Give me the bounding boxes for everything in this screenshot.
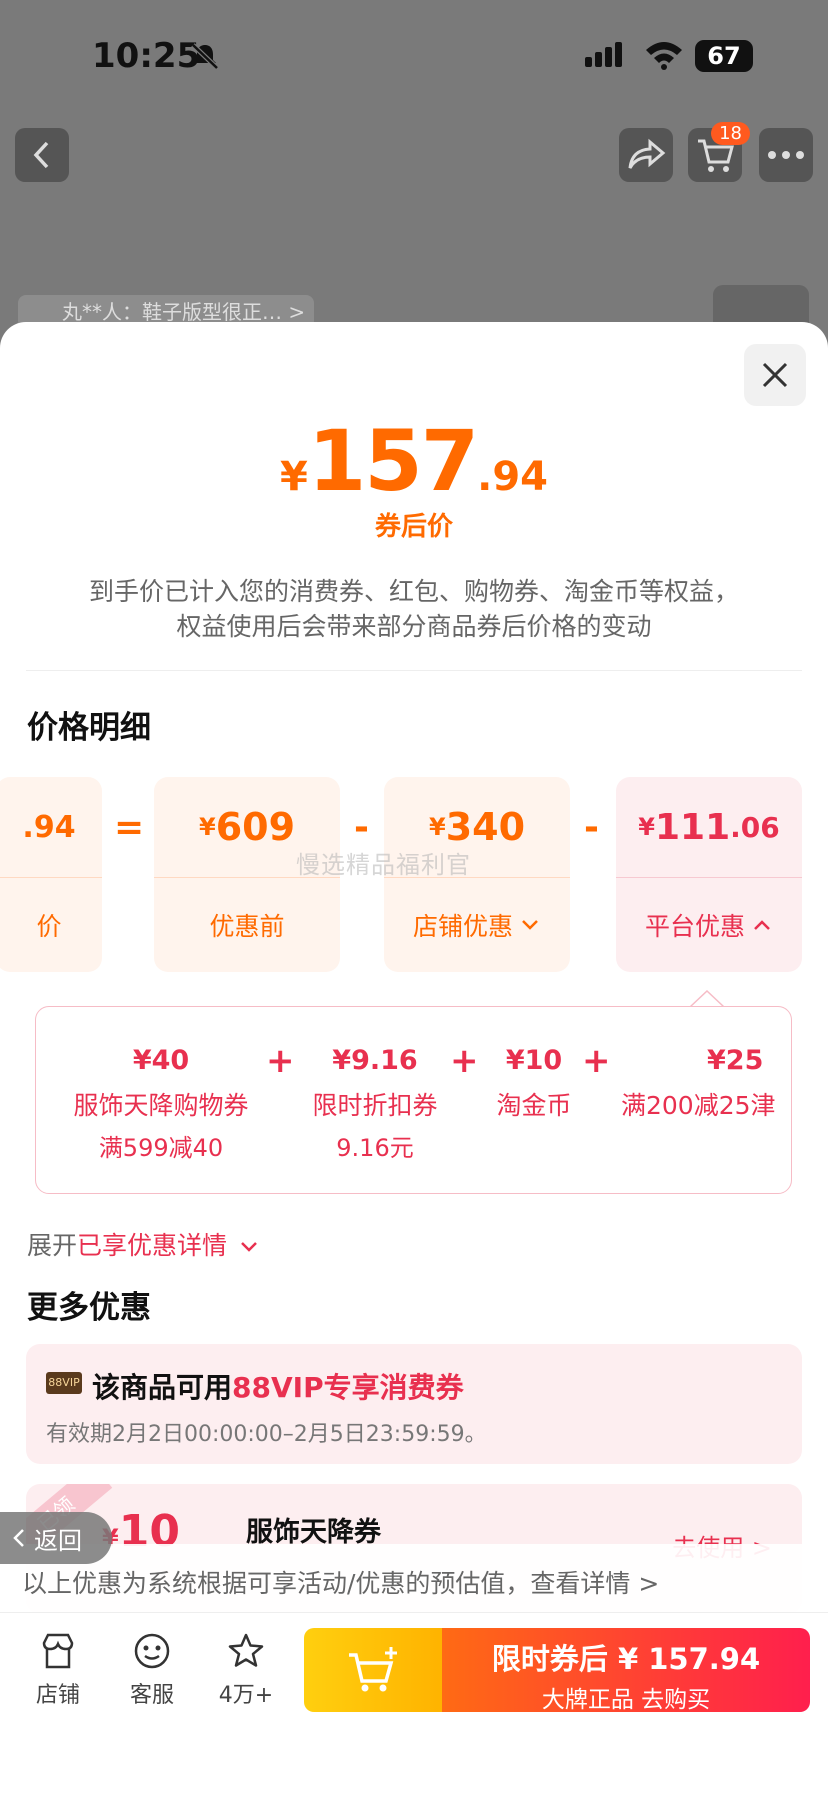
coupon-sub: 满599减40 bbox=[98, 1134, 224, 1162]
vip-red-text: 88VIP专享消费券 bbox=[232, 1371, 464, 1404]
expand-prefix: 展开 bbox=[27, 1231, 78, 1260]
coupon-name: 限时折扣券 bbox=[312, 1091, 438, 1120]
plus-operator: + bbox=[266, 1041, 295, 1081]
price-integer: 157 bbox=[307, 412, 479, 510]
equals-operator: = bbox=[114, 807, 145, 848]
final-price: ¥157.94 bbox=[0, 412, 828, 510]
card-yen: ¥ bbox=[428, 813, 446, 841]
return-button[interactable]: 返回 bbox=[0, 1512, 112, 1564]
estimate-note-text: 以上优惠为系统根据可享活动/优惠的预估值，查看详情 > bbox=[22, 1569, 660, 1598]
buy-now-section[interactable]: 限时券后 ¥ 157.94 大牌正品 去购买 bbox=[442, 1628, 810, 1712]
minus-operator: - bbox=[354, 807, 369, 848]
shop-label: 店铺 bbox=[35, 1683, 80, 1708]
plus-operator: + bbox=[582, 1041, 611, 1081]
price-decimal: .94 bbox=[477, 454, 549, 500]
price-detail-sheet: ¥157.94 券后价 到手价已计入您的消费券、红包、购物券、淘金币等权益， 权… bbox=[0, 322, 828, 1795]
cart-button[interactable]: 18 bbox=[688, 122, 750, 182]
card-value: .94 bbox=[22, 809, 76, 845]
buy-line2: 大牌正品 去购买 bbox=[541, 1687, 711, 1712]
card-decimal: .06 bbox=[730, 810, 780, 844]
watermark: 慢选精品福利官 bbox=[296, 851, 471, 879]
chevron-left-icon bbox=[33, 141, 49, 169]
chevron-down-icon bbox=[241, 1242, 257, 1252]
vip-coupon-card[interactable]: 88VIP 该商品可用88VIP专享消费券 有效期2月2日00:00:00–2月… bbox=[26, 1344, 802, 1464]
price-yen: ¥ bbox=[279, 454, 308, 500]
vip-prefix: 该商品可用 bbox=[92, 1371, 233, 1404]
coupon-name: 服饰天降购物券 bbox=[73, 1091, 249, 1120]
close-button[interactable] bbox=[744, 344, 806, 406]
favorite-count: 4万+ bbox=[218, 1683, 274, 1708]
return-label: 返回 bbox=[34, 1526, 82, 1555]
price-note: 到手价已计入您的消费券、红包、购物券、淘金币等权益， 权益使用后会带来部分商品券… bbox=[40, 574, 788, 644]
share-icon bbox=[628, 138, 666, 169]
plus-operator: + bbox=[450, 1041, 479, 1081]
battery-indicator: 67 bbox=[695, 40, 753, 72]
bottom-action-bar: 店铺 客服 4万+ 限时券后 ¥ 157.94 大牌正品 去购买 bbox=[0, 1612, 828, 1795]
breakdown-card-final[interactable]: .94 价 bbox=[0, 777, 102, 972]
coupon-sub: 9.16元 bbox=[336, 1134, 414, 1162]
back-button[interactable] bbox=[15, 128, 69, 182]
close-icon bbox=[762, 362, 788, 388]
card-label: 价 bbox=[36, 911, 62, 941]
card-label: 优惠前 bbox=[209, 911, 285, 941]
vip-badge-icon: 88VIP bbox=[46, 1372, 82, 1394]
signal-icon bbox=[585, 42, 625, 67]
card-yen: ¥ bbox=[638, 813, 655, 841]
coupon-amount: ¥9.16 bbox=[332, 1045, 418, 1076]
add-to-cart-button[interactable] bbox=[304, 1628, 442, 1712]
status-bar: 10:25 67 bbox=[0, 0, 828, 110]
card-yen: ¥ bbox=[198, 813, 216, 841]
price-label: 券后价 bbox=[374, 512, 453, 542]
more-offers-title: 更多优惠 bbox=[27, 1290, 151, 1326]
coupon-item[interactable]: ¥40 服饰天降购物券 满599减40 bbox=[66, 1045, 256, 1163]
price-breakdown-title: 价格明细 bbox=[27, 710, 151, 746]
card-value: 609 bbox=[215, 805, 296, 849]
customer-service-button[interactable]: 客服 bbox=[112, 1631, 192, 1709]
buy-line1: 限时券后 ¥ 157.94 bbox=[491, 1642, 761, 1676]
coupon-name: 满200减25津 bbox=[621, 1091, 776, 1120]
card-value: 340 bbox=[445, 805, 526, 849]
platform-coupons-box: ¥40 服饰天降购物券 满599减40 + ¥9.16 限时折扣券 9.16元 … bbox=[35, 1006, 792, 1194]
coupon-item[interactable]: ¥9.16 限时折扣券 9.16元 bbox=[306, 1045, 444, 1163]
share-button[interactable] bbox=[619, 128, 673, 182]
price-note-line1: 到手价已计入您的消费券、红包、购物券、淘金币等权益， bbox=[88, 577, 739, 606]
chevron-left-icon bbox=[13, 1529, 24, 1547]
price-note-line2: 权益使用后会带来部分商品券后价格的变动 bbox=[176, 612, 652, 641]
star-icon bbox=[228, 1633, 264, 1667]
chevron-down-icon bbox=[522, 919, 538, 930]
minus-operator: - bbox=[584, 807, 599, 848]
buy-button[interactable]: 限时券后 ¥ 157.94 大牌正品 去购买 bbox=[304, 1628, 810, 1712]
service-icon bbox=[134, 1633, 170, 1669]
card-label: 店铺优惠 bbox=[412, 911, 513, 941]
divider bbox=[26, 670, 802, 671]
expand-red-text: 已享优惠详情 bbox=[77, 1231, 228, 1260]
coupon-amount: ¥40 bbox=[132, 1045, 190, 1076]
vip-title: 该商品可用88VIP专享消费券 bbox=[92, 1366, 464, 1406]
cart-count-badge: 18 bbox=[711, 122, 750, 145]
coupon-amount: ¥25 bbox=[707, 1045, 764, 1076]
mute-bell-icon bbox=[191, 43, 219, 70]
breakdown-card-platform-discount[interactable]: ¥111.06 平台优惠 bbox=[616, 777, 802, 972]
more-dots-icon bbox=[768, 151, 804, 159]
card-label: 平台优惠 bbox=[644, 911, 745, 941]
coupon-name: 淘金币 bbox=[496, 1091, 572, 1120]
shop-button[interactable]: 店铺 bbox=[18, 1631, 98, 1709]
shop-icon bbox=[42, 1633, 74, 1669]
favorite-button[interactable]: 4万+ bbox=[206, 1631, 286, 1709]
coupon-amount: ¥10 bbox=[505, 1045, 563, 1076]
vip-validity: 有效期2月2日00:00:00–2月5日23:59:59。 bbox=[46, 1422, 487, 1447]
card-value: 111 bbox=[654, 806, 731, 848]
coupon-item[interactable]: ¥10 淘金币 bbox=[486, 1045, 582, 1122]
expand-discount-details[interactable]: 展开已享优惠详情 bbox=[27, 1226, 259, 1262]
service-label: 客服 bbox=[129, 1683, 174, 1708]
coupon-item[interactable]: ¥25 满200减25津 bbox=[621, 1045, 791, 1122]
wifi-icon bbox=[646, 42, 682, 70]
chevron-up-icon bbox=[754, 919, 770, 930]
more-button[interactable] bbox=[759, 128, 813, 182]
add-cart-icon bbox=[349, 1647, 397, 1692]
status-time: 10:25 bbox=[92, 36, 201, 76]
